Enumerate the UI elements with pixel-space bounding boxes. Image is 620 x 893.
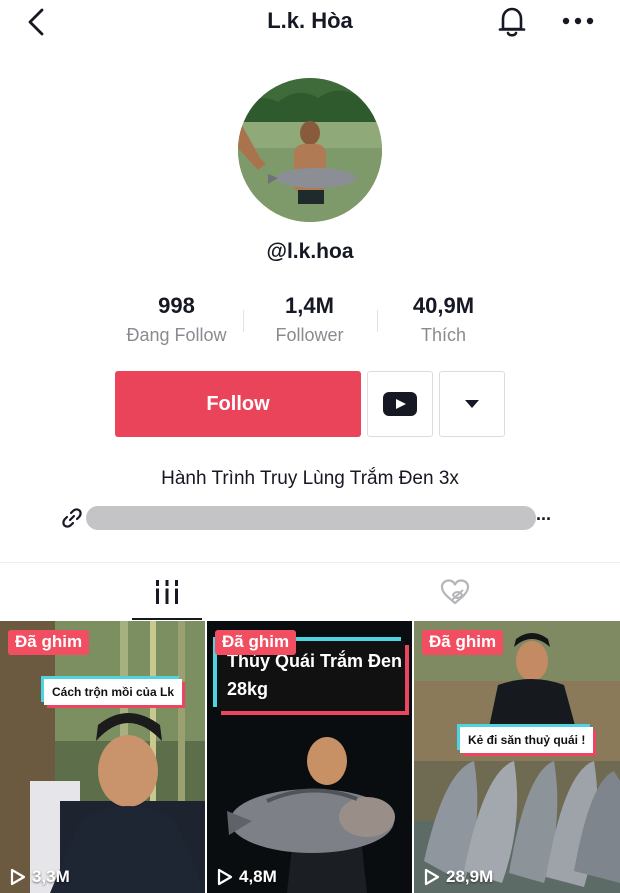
video-caption-line2: 28kg xyxy=(227,679,269,699)
followers-stat[interactable]: 1,4M Follower xyxy=(243,292,376,348)
youtube-icon xyxy=(383,392,417,416)
caret-down-icon xyxy=(465,400,479,408)
profile-stats: 998 Đang Follow 1,4M Follower 40,9M Thíc… xyxy=(110,292,510,352)
bell-icon xyxy=(498,7,526,37)
more-options-button[interactable] xyxy=(558,3,598,39)
view-count: 4,8M xyxy=(217,867,277,887)
followers-label: Follower xyxy=(275,325,344,345)
link-ellipsis: ... xyxy=(536,504,552,524)
following-stat[interactable]: 998 Đang Follow xyxy=(110,292,243,348)
video-thumbnail[interactable]: Thủy Quái Trắm Đen 28kg Đã ghim 4,8M xyxy=(207,621,412,893)
likes-count: 40,9M xyxy=(412,293,475,318)
followers-count: 1,4M xyxy=(285,293,334,318)
likes-label: Thích xyxy=(420,325,467,345)
play-icon xyxy=(217,868,233,886)
video-grid: Đã ghim Cách trộn mồi của Lk 3,3M Thủy Q… xyxy=(0,621,620,893)
following-count: 998 xyxy=(158,293,195,318)
heart-hidden-icon xyxy=(440,579,470,605)
tab-videos[interactable] xyxy=(132,566,202,618)
video-caption: Kẻ đi săn thuỷ quái ! xyxy=(460,727,594,753)
notification-bell-button[interactable] xyxy=(494,3,530,39)
video-caption: Cách trộn mồi của Lk xyxy=(44,679,183,705)
chevron-left-icon xyxy=(28,8,44,36)
view-count-text: 3,3M xyxy=(32,867,70,886)
back-button[interactable] xyxy=(22,6,50,38)
view-count-text: 4,8M xyxy=(239,867,277,886)
youtube-button[interactable] xyxy=(367,371,433,437)
likes-stat: 40,9M Thích xyxy=(377,292,510,348)
follow-button[interactable]: Follow xyxy=(115,371,361,437)
tab-divider xyxy=(0,562,620,563)
grid-bars-icon xyxy=(155,580,179,604)
link-icon xyxy=(60,506,84,530)
pinned-badge: Đã ghim xyxy=(422,630,504,655)
tab-liked-videos[interactable] xyxy=(420,566,490,618)
play-icon xyxy=(10,868,26,886)
top-bar: L.k. Hòa xyxy=(0,0,620,44)
view-count-text: 28,9M xyxy=(446,867,494,886)
following-label: Đang Follow xyxy=(126,325,227,345)
profile-bio: Hành Trình Truy Lùng Trắm Đen 3x xyxy=(161,468,459,489)
more-horizontal-icon xyxy=(562,17,594,25)
video-thumbnail[interactable]: Đã ghim Cách trộn mồi của Lk 3,3M xyxy=(0,621,205,893)
pinned-badge: Đã ghim xyxy=(215,630,297,655)
link-url-redacted[interactable] xyxy=(86,506,536,530)
profile-link[interactable]: ... xyxy=(60,504,560,532)
avatar[interactable] xyxy=(238,78,382,222)
pinned-badge: Đã ghim xyxy=(8,630,90,655)
view-count: 28,9M xyxy=(424,867,493,887)
profile-username: @l.k.hoa xyxy=(266,240,354,263)
view-count: 3,3M xyxy=(10,867,70,887)
play-icon xyxy=(424,868,440,886)
video-thumbnail[interactable]: Đã ghim Kẻ đi săn thuỷ quái ! 28,9M xyxy=(414,621,620,893)
suggested-accounts-dropdown[interactable] xyxy=(439,371,505,437)
active-tab-indicator xyxy=(132,618,202,620)
